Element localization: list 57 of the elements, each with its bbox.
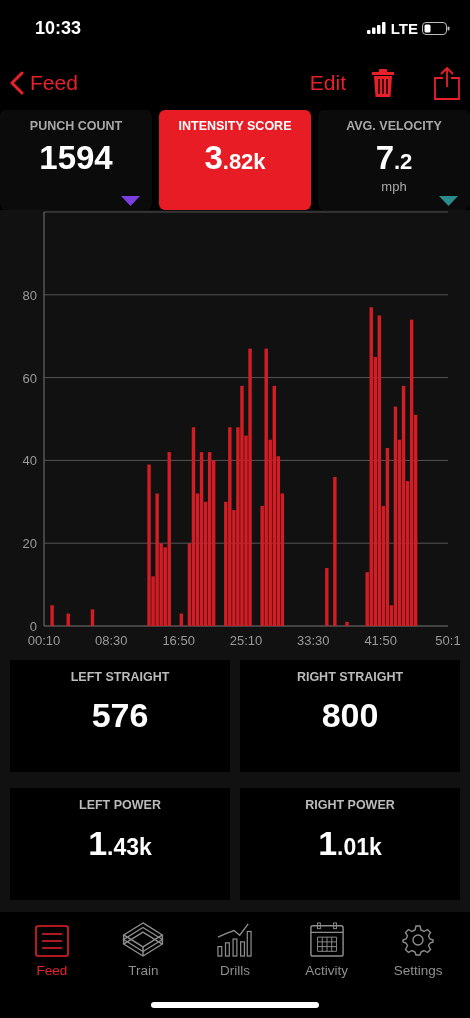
stat-label: AVG. VELOCITY <box>346 119 442 133</box>
bar-chart-icon <box>216 922 254 957</box>
boxing-ring-icon <box>121 922 166 957</box>
share-icon[interactable] <box>434 66 460 100</box>
trash-icon[interactable] <box>372 68 394 98</box>
axis-tick-label: 0 <box>29 619 37 634</box>
stat-value: 3.82k <box>204 141 266 174</box>
stat-value: 1594 <box>39 141 113 174</box>
stat-label: PUNCH COUNT <box>29 119 123 133</box>
metric-value: 800 <box>321 698 379 732</box>
triangle-icon <box>121 196 140 206</box>
settings-icon <box>402 924 435 957</box>
metric-label: RIGHT STRAIGHT <box>296 670 404 684</box>
list-icon <box>34 925 69 957</box>
metric-value: 576 <box>91 698 149 732</box>
clock-time: 10:33 <box>35 17 82 39</box>
network-label: LTE <box>390 19 418 37</box>
unit-label: mph <box>381 179 407 194</box>
metric-label: RIGHT POWER <box>305 798 395 812</box>
stat-value: 7.2 <box>375 141 413 174</box>
tab-button[interactable]: Train <box>103 922 184 978</box>
axis-tick-label: 25:10 <box>229 633 263 648</box>
metric-value: 1.01k <box>318 826 382 860</box>
axis-tick-label: 60 <box>22 370 37 386</box>
edit-button[interactable]: Edit <box>309 71 346 95</box>
axis-tick-label: 33:30 <box>297 633 330 648</box>
tab-button[interactable]: Drills <box>195 922 275 978</box>
metric-label: LEFT STRAIGHT <box>70 670 170 684</box>
metric-value: 1.43k <box>88 826 152 860</box>
chart-bar <box>345 621 349 626</box>
axis-tick-label: 16:50 <box>162 633 195 648</box>
back-button[interactable]: Feed <box>10 71 78 95</box>
axis-tick-label: 08:30 <box>95 633 128 648</box>
metric-label: LEFT POWER <box>79 798 161 812</box>
tab-button[interactable]: Settings <box>378 922 459 978</box>
axis-tick-label: 80 <box>22 287 37 303</box>
chart-bar <box>90 609 95 626</box>
tab-button[interactable]: Feed <box>11 922 92 978</box>
chevron-left-icon <box>10 71 24 95</box>
stat-card[interactable]: INTENSITY SCORE 3.82k <box>159 110 311 210</box>
axis-tick-label: 50:1 <box>435 633 461 648</box>
stat-card[interactable]: PUNCH COUNT 1594 <box>0 110 152 210</box>
triangle-icon <box>439 196 458 206</box>
tab-button[interactable]: Activity <box>286 922 367 978</box>
axis-tick-label: 40 <box>22 453 37 469</box>
chart-bar <box>179 613 184 626</box>
chart-bar <box>50 605 54 626</box>
stat-label: INTENSITY SCORE <box>178 119 292 133</box>
stat-card[interactable]: AVG. VELOCITY 7.2 mph <box>318 110 470 210</box>
signal-icon <box>366 22 387 34</box>
chart-bar <box>66 613 70 626</box>
axis-tick-label: 20 <box>22 536 37 552</box>
axis-tick-label: 41:50 <box>364 633 397 648</box>
calendar-icon <box>308 922 345 957</box>
chart-bar <box>325 568 329 626</box>
axis-tick-label: 00:10 <box>27 633 61 648</box>
battery-icon <box>422 21 450 35</box>
